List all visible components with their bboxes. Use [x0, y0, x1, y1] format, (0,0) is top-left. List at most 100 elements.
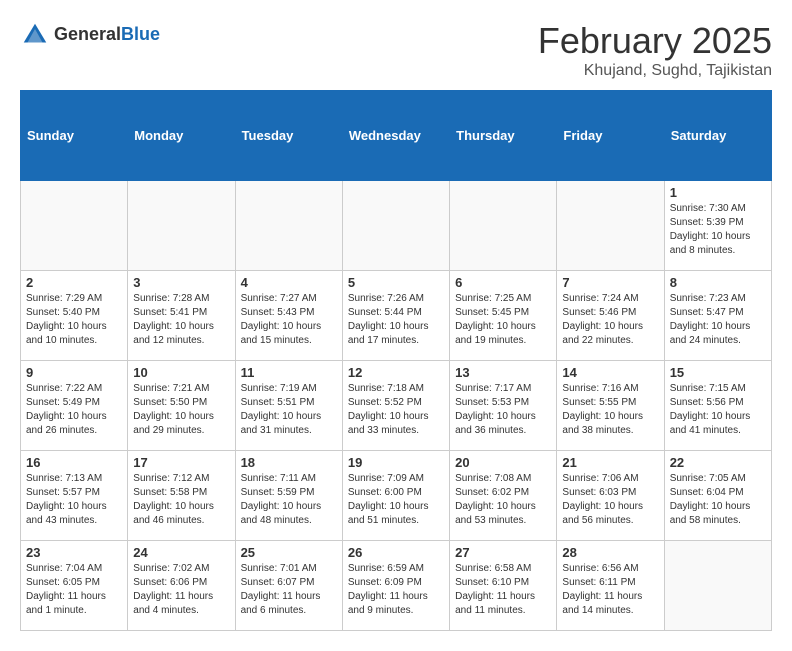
day-info: Sunrise: 6:56 AM Sunset: 6:11 PM Dayligh… [562, 562, 658, 618]
day-cell: 14 Sunrise: 7:16 AM Sunset: 5:55 PM Dayli… [557, 361, 664, 451]
day-cell [450, 181, 557, 271]
day-info: Sunrise: 7:08 AM Sunset: 6:02 PM Dayligh… [455, 472, 551, 528]
day-number: 10 [133, 365, 229, 380]
day-number: 7 [562, 275, 658, 290]
day-info: Sunrise: 7:04 AM Sunset: 6:05 PM Dayligh… [26, 562, 122, 618]
day-cell: 8 Sunrise: 7:23 AM Sunset: 5:47 PM Daylig… [664, 271, 771, 361]
day-info: Sunrise: 7:27 AM Sunset: 5:43 PM Dayligh… [241, 292, 337, 348]
day-number: 6 [455, 275, 551, 290]
day-cell: 21Sunrise: 7:06 AM Sunset: 6:03 PM Dayli… [557, 451, 664, 541]
page-header: GeneralBlue February 2025 Khujand, Sughd… [20, 20, 772, 80]
week-row-2: 9 Sunrise: 7:22 AM Sunset: 5:49 PM Daylig… [21, 361, 772, 451]
day-info: Sunrise: 7:28 AM Sunset: 5:41 PM Dayligh… [133, 292, 229, 348]
weekday-header-friday: Friday [557, 91, 664, 181]
day-info: Sunrise: 7:17 AM Sunset: 5:53 PM Dayligh… [455, 382, 551, 438]
day-cell: 11 Sunrise: 7:19 AM Sunset: 5:51 PM Dayli… [235, 361, 342, 451]
day-number: 3 [133, 275, 229, 290]
day-cell: 15 Sunrise: 7:15 AM Sunset: 5:56 PM Dayli… [664, 361, 771, 451]
logo: GeneralBlue [20, 20, 160, 50]
day-cell: 16Sunrise: 7:13 AM Sunset: 5:57 PM Dayli… [21, 451, 128, 541]
day-number: 4 [241, 275, 337, 290]
day-cell: 19 Sunrise: 7:09 AM Sunset: 6:00 PM Dayli… [342, 451, 449, 541]
day-number: 23 [26, 545, 122, 560]
day-info: Sunrise: 7:30 AM Sunset: 5:39 PM Dayligh… [670, 202, 766, 258]
day-number: 12 [348, 365, 444, 380]
day-cell: 23 Sunrise: 7:04 AM Sunset: 6:05 PM Dayli… [21, 541, 128, 631]
day-cell: 25 Sunrise: 7:01 AM Sunset: 6:07 PM Dayli… [235, 541, 342, 631]
day-cell: 20 Sunrise: 7:08 AM Sunset: 6:02 PM Dayli… [450, 451, 557, 541]
logo-icon [20, 20, 50, 50]
day-info: Sunrise: 7:25 AM Sunset: 5:45 PM Dayligh… [455, 292, 551, 348]
day-cell: 1 Sunrise: 7:30 AM Sunset: 5:39 PM Daylig… [664, 181, 771, 271]
week-row-1: 2Sunrise: 7:29 AM Sunset: 5:40 PM Daylig… [21, 271, 772, 361]
day-cell: 7 Sunrise: 7:24 AM Sunset: 5:46 PM Daylig… [557, 271, 664, 361]
week-row-4: 23 Sunrise: 7:04 AM Sunset: 6:05 PM Dayli… [21, 541, 772, 631]
day-cell: 22Sunrise: 7:05 AM Sunset: 6:04 PM Dayli… [664, 451, 771, 541]
day-number: 19 [348, 455, 444, 470]
day-number: 20 [455, 455, 551, 470]
weekday-header-row: SundayMondayTuesdayWednesdayThursdayFrid… [21, 91, 772, 181]
day-cell: 27 Sunrise: 6:58 AM Sunset: 6:10 PM Dayli… [450, 541, 557, 631]
day-info: Sunrise: 7:11 AM Sunset: 5:59 PM Dayligh… [241, 472, 337, 528]
day-info: Sunrise: 6:59 AM Sunset: 6:09 PM Dayligh… [348, 562, 444, 618]
day-number: 15 [670, 365, 766, 380]
month-title: February 2025 [538, 20, 772, 62]
day-number: 8 [670, 275, 766, 290]
day-info: Sunrise: 7:16 AM Sunset: 5:55 PM Dayligh… [562, 382, 658, 438]
day-number: 22 [670, 455, 766, 470]
day-cell [235, 181, 342, 271]
day-info: Sunrise: 7:01 AM Sunset: 6:07 PM Dayligh… [241, 562, 337, 618]
day-info: Sunrise: 7:15 AM Sunset: 5:56 PM Dayligh… [670, 382, 766, 438]
day-number: 5 [348, 275, 444, 290]
day-cell: 13 Sunrise: 7:17 AM Sunset: 5:53 PM Dayli… [450, 361, 557, 451]
location: Khujand, Sughd, Tajikistan [538, 62, 772, 80]
day-number: 1 [670, 185, 766, 200]
weekday-header-tuesday: Tuesday [235, 91, 342, 181]
day-cell [128, 181, 235, 271]
day-cell: 26Sunrise: 6:59 AM Sunset: 6:09 PM Dayli… [342, 541, 449, 631]
day-number: 14 [562, 365, 658, 380]
day-cell: 12 Sunrise: 7:18 AM Sunset: 5:52 PM Dayli… [342, 361, 449, 451]
day-info: Sunrise: 7:19 AM Sunset: 5:51 PM Dayligh… [241, 382, 337, 438]
day-info: Sunrise: 7:02 AM Sunset: 6:06 PM Dayligh… [133, 562, 229, 618]
weekday-header-saturday: Saturday [664, 91, 771, 181]
day-info: Sunrise: 7:23 AM Sunset: 5:47 PM Dayligh… [670, 292, 766, 348]
day-info: Sunrise: 7:22 AM Sunset: 5:49 PM Dayligh… [26, 382, 122, 438]
day-number: 2 [26, 275, 122, 290]
day-cell: 5 Sunrise: 7:26 AM Sunset: 5:44 PM Daylig… [342, 271, 449, 361]
day-info: Sunrise: 6:58 AM Sunset: 6:10 PM Dayligh… [455, 562, 551, 618]
title-block: February 2025 Khujand, Sughd, Tajikistan [538, 20, 772, 80]
day-cell: 17Sunrise: 7:12 AM Sunset: 5:58 PM Dayli… [128, 451, 235, 541]
day-info: Sunrise: 7:24 AM Sunset: 5:46 PM Dayligh… [562, 292, 658, 348]
day-cell: 24 Sunrise: 7:02 AM Sunset: 6:06 PM Dayli… [128, 541, 235, 631]
day-number: 13 [455, 365, 551, 380]
day-cell [21, 181, 128, 271]
calendar-table: SundayMondayTuesdayWednesdayThursdayFrid… [20, 90, 772, 631]
day-info: Sunrise: 7:26 AM Sunset: 5:44 PM Dayligh… [348, 292, 444, 348]
day-number: 16 [26, 455, 122, 470]
day-number: 28 [562, 545, 658, 560]
day-cell: 10 Sunrise: 7:21 AM Sunset: 5:50 PM Dayli… [128, 361, 235, 451]
day-number: 25 [241, 545, 337, 560]
day-cell: 6 Sunrise: 7:25 AM Sunset: 5:45 PM Daylig… [450, 271, 557, 361]
weekday-header-monday: Monday [128, 91, 235, 181]
day-cell [664, 541, 771, 631]
day-number: 27 [455, 545, 551, 560]
day-number: 21 [562, 455, 658, 470]
day-info: Sunrise: 7:18 AM Sunset: 5:52 PM Dayligh… [348, 382, 444, 438]
day-cell [557, 181, 664, 271]
day-cell [342, 181, 449, 271]
logo-text: GeneralBlue [54, 25, 160, 45]
day-number: 11 [241, 365, 337, 380]
weekday-header-sunday: Sunday [21, 91, 128, 181]
day-cell: 4 Sunrise: 7:27 AM Sunset: 5:43 PM Daylig… [235, 271, 342, 361]
weekday-header-wednesday: Wednesday [342, 91, 449, 181]
day-number: 24 [133, 545, 229, 560]
logo-blue: Blue [121, 24, 160, 44]
day-number: 17 [133, 455, 229, 470]
day-info: Sunrise: 7:21 AM Sunset: 5:50 PM Dayligh… [133, 382, 229, 438]
day-cell: 3 Sunrise: 7:28 AM Sunset: 5:41 PM Daylig… [128, 271, 235, 361]
day-number: 9 [26, 365, 122, 380]
day-info: Sunrise: 7:09 AM Sunset: 6:00 PM Dayligh… [348, 472, 444, 528]
day-cell: 18Sunrise: 7:11 AM Sunset: 5:59 PM Dayli… [235, 451, 342, 541]
